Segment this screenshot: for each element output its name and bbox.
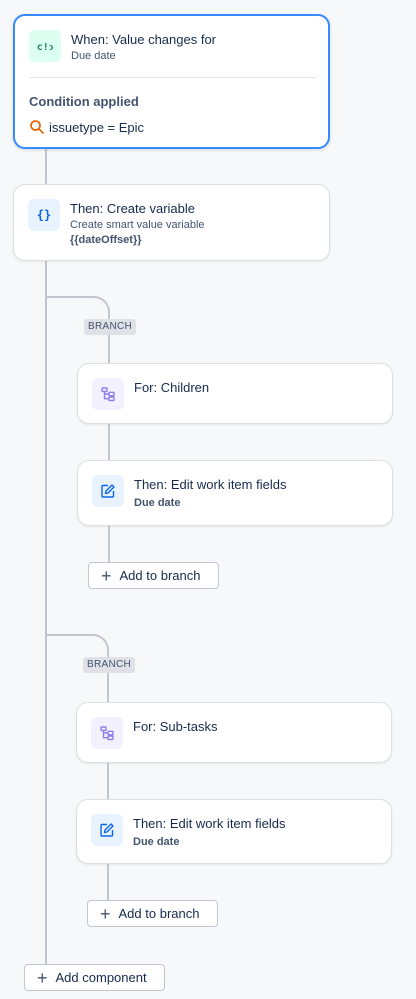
condition-heading: Condition applied (29, 94, 139, 109)
branch-icon (92, 378, 124, 410)
edit-icon (91, 814, 123, 846)
trigger-card[interactable]: c!ↄ When: Value changes for Due date Con… (13, 14, 330, 149)
add-to-branch-button[interactable]: + Add to branch (87, 900, 218, 927)
action-title: Then: Create variable (70, 201, 196, 216)
search-icon (29, 119, 45, 135)
branch-connector (107, 672, 109, 703)
condition-text: issuetype = Epic (49, 120, 145, 135)
braces-icon: {} (28, 199, 60, 231)
branch-tag: BRANCH (83, 657, 136, 673)
add-to-branch-button[interactable]: + Add to branch (88, 562, 219, 589)
plus-icon: + (101, 565, 112, 586)
trigger-title: When: Value changes for (71, 32, 217, 47)
branch-connector (108, 334, 110, 364)
add-to-branch-label: Add to branch (118, 906, 200, 921)
add-to-branch-label: Add to branch (119, 568, 201, 583)
branch-connector (107, 863, 109, 901)
plus-icon: + (37, 967, 48, 988)
value-change-icon: c!ↄ (29, 30, 61, 62)
create-variable-card[interactable]: {} Then: Create variable Create smart va… (13, 184, 330, 261)
add-component-label: Add component (55, 970, 147, 985)
branch-for-card[interactable]: For: Sub-tasks (76, 702, 392, 763)
action-subtitle: Create smart value variable (70, 219, 205, 231)
main-connector (45, 149, 47, 965)
svg-text:{}: {} (37, 208, 51, 222)
branch-for-title: For: Children (134, 380, 210, 395)
branch-for-card[interactable]: For: Children (77, 363, 393, 424)
add-component-button[interactable]: + Add component (24, 964, 165, 991)
edit-icon (92, 475, 124, 507)
plus-icon: + (100, 903, 111, 924)
edit-fields-subtitle: Due date (134, 497, 181, 509)
svg-text:c!ↄ: c!ↄ (37, 42, 54, 52)
branch-connector (108, 525, 110, 563)
edit-fields-card[interactable]: Then: Edit work item fields Due date (77, 460, 393, 526)
branch-tag: BRANCH (84, 319, 137, 335)
divider (29, 77, 316, 78)
edit-fields-title: Then: Edit work item fields (133, 816, 286, 831)
edit-fields-title: Then: Edit work item fields (134, 477, 287, 492)
edit-fields-card[interactable]: Then: Edit work item fields Due date (76, 799, 392, 864)
edit-fields-subtitle: Due date (133, 836, 180, 848)
branch-icon (91, 717, 123, 749)
branch-connector (107, 762, 109, 800)
trigger-subtitle: Due date (71, 50, 116, 62)
variable-name: {{dateOffset}} (70, 234, 142, 246)
branch-connector (108, 423, 110, 461)
branch-for-title: For: Sub-tasks (133, 719, 218, 734)
